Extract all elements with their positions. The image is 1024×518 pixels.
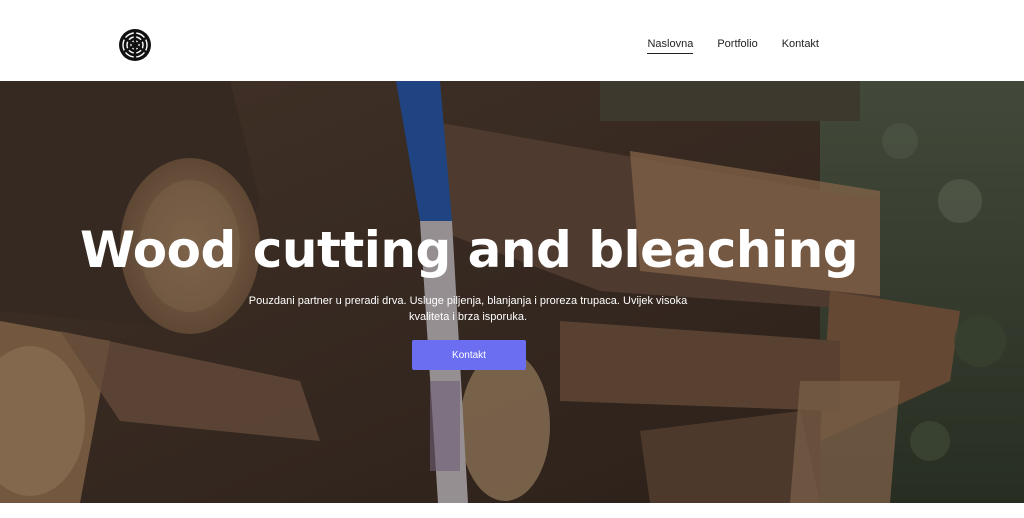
nav-item-portfolio[interactable]: Portfolio: [717, 38, 757, 54]
contact-button[interactable]: Kontakt: [412, 340, 526, 370]
main-nav: Naslovna Portfolio Kontakt: [647, 38, 819, 54]
hero-title: Wood cutting and bleaching: [79, 221, 859, 279]
hero-section: Wood cutting and bleaching Pouzdani part…: [0, 81, 1024, 503]
hero-subtitle: Pouzdani partner u preradi drva. Usluge …: [248, 295, 688, 323]
page-bottom-strip: [0, 503, 1024, 518]
tree-ring-logo-icon[interactable]: [118, 28, 152, 62]
nav-item-kontakt[interactable]: Kontakt: [782, 38, 819, 54]
site-header: Naslovna Portfolio Kontakt: [0, 0, 1024, 81]
nav-item-naslovna[interactable]: Naslovna: [647, 38, 694, 54]
hero-overlay: [0, 81, 1024, 503]
